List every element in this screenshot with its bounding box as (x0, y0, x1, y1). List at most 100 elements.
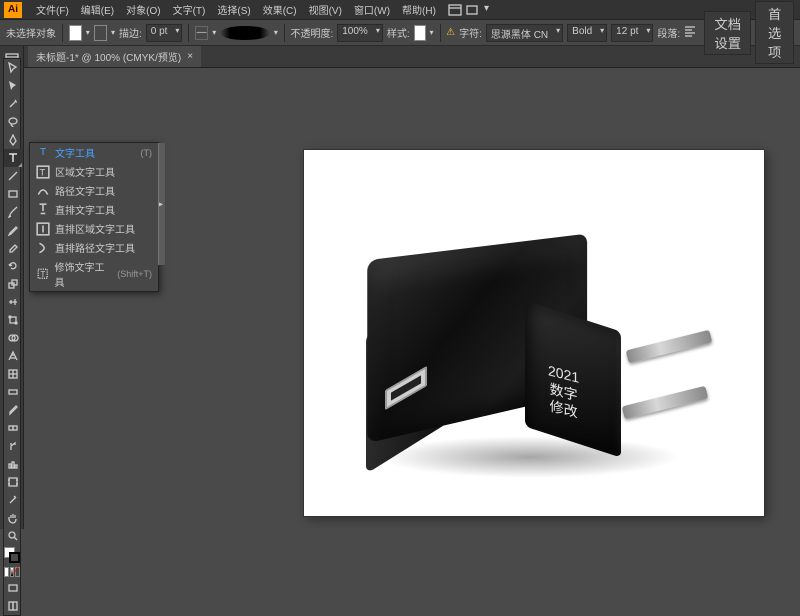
mesh-tool[interactable] (4, 365, 22, 383)
rotate-tool[interactable] (4, 257, 22, 275)
chevron-down-icon[interactable]: ▾ (430, 28, 434, 37)
direct-selection-tool[interactable] (4, 77, 22, 95)
plug-prong (626, 330, 713, 363)
path-type-icon (36, 185, 50, 197)
bridge-icon[interactable] (465, 3, 479, 17)
font-label: 字符: (459, 25, 482, 40)
eyedropper-tool[interactable] (4, 401, 22, 419)
control-bar: 未选择对象 ▾ ▾ 描边: 0 pt — ▾ ▾ 不透明度: 100% 样式: … (0, 20, 800, 46)
line-tool[interactable] (4, 167, 22, 185)
style-swatch[interactable] (414, 25, 426, 41)
pen-tool[interactable] (4, 131, 22, 149)
stroke-swatch[interactable] (94, 25, 107, 41)
chevron-down-icon[interactable]: ▾ (212, 28, 216, 37)
flyout-shortcut: (Shift+T) (117, 269, 152, 279)
artboard[interactable]: 2021 数字 修改 (304, 150, 764, 516)
magic-wand-tool[interactable] (4, 95, 22, 113)
color-mode-color[interactable] (4, 567, 9, 577)
flyout-label: 文字工具 (55, 145, 95, 160)
width-tool[interactable] (4, 293, 22, 311)
rectangle-tool[interactable] (4, 185, 22, 203)
opacity-label: 不透明度: (290, 25, 333, 40)
menubar-extras: ▾ (448, 3, 489, 17)
chevron-down-icon[interactable]: ▾ (274, 28, 278, 37)
stroke-color[interactable] (9, 552, 20, 563)
menu-window[interactable]: 窗口(W) (348, 2, 396, 17)
color-mode-gradient[interactable] (10, 567, 15, 577)
scale-tool[interactable] (4, 275, 22, 293)
flyout-shortcut: (T) (141, 148, 153, 158)
style-label: 样式: (387, 25, 410, 40)
slice-tool[interactable] (4, 491, 22, 509)
font-weight-dropdown[interactable]: Bold (567, 24, 607, 42)
menu-help[interactable]: 帮助(H) (396, 2, 442, 17)
type-tool[interactable] (4, 149, 22, 167)
flyout-type-tool[interactable]: T 文字工具 (T) (30, 143, 158, 162)
preferences-button[interactable]: 首选项 (755, 1, 794, 64)
opacity-input[interactable]: 100% (337, 24, 383, 42)
document-tab-title: 未标题-1* @ 100% (CMYK/预览) (36, 49, 181, 64)
chevron-down-icon[interactable]: ▾ (111, 28, 115, 37)
fill-swatch[interactable] (69, 25, 82, 41)
menu-view[interactable]: 视图(V) (303, 2, 348, 17)
lasso-tool[interactable] (4, 113, 22, 131)
artboard-tool[interactable] (4, 473, 22, 491)
screen-mode-normal[interactable] (4, 579, 22, 597)
flyout-vertical-type-tool[interactable]: 直排文字工具 (30, 200, 158, 219)
svg-text:T: T (40, 167, 46, 177)
column-graph-tool[interactable] (4, 455, 22, 473)
menu-select[interactable]: 选择(S) (211, 2, 256, 17)
stroke-weight-input[interactable]: 0 pt (146, 24, 183, 42)
screen-mode-toggle[interactable] (4, 597, 22, 615)
pencil-tool[interactable] (4, 221, 22, 239)
flyout-vertical-area-type-tool[interactable]: 直排区域文字工具 (30, 219, 158, 238)
chevron-down-icon[interactable]: ▾ (86, 28, 90, 37)
font-family-dropdown[interactable]: 思源黑体 CN (486, 24, 563, 42)
symbol-sprayer-tool[interactable] (4, 437, 22, 455)
svg-text:T: T (40, 270, 45, 279)
canvas-area[interactable]: 2021 数字 修改 (24, 68, 800, 529)
close-icon[interactable]: × (187, 51, 193, 62)
free-transform-tool[interactable] (4, 311, 22, 329)
menu-object[interactable]: 对象(O) (120, 2, 166, 17)
layout-icon[interactable] (448, 3, 462, 17)
adapter-image: 2021 数字 修改 (370, 246, 730, 476)
warning-icon[interactable]: ⚠ (446, 27, 455, 38)
menubar: Ai 文件(F) 编辑(E) 对象(O) 文字(T) 选择(S) 效果(C) 视… (0, 0, 800, 20)
document-setup-button[interactable]: 文档设置 (704, 11, 751, 55)
flyout-touch-type-tool[interactable]: T 修饰文字工具 (Shift+T) (30, 257, 158, 291)
area-type-icon: T (36, 166, 50, 178)
perspective-grid-tool[interactable] (4, 347, 22, 365)
type-icon: T (36, 147, 50, 159)
chevron-down-icon[interactable]: ▾ (484, 3, 489, 17)
document-tab-bar: 未标题-1* @ 100% (CMYK/预览) × (0, 46, 800, 68)
flyout-area-type-tool[interactable]: T 区域文字工具 (30, 162, 158, 181)
plug-prong (622, 386, 709, 419)
menu-file[interactable]: 文件(F) (30, 2, 75, 17)
color-mode-none[interactable]: ⁄ (15, 567, 20, 577)
menu-type[interactable]: 文字(T) (167, 2, 212, 17)
toolbox: ⁄ (3, 58, 21, 616)
brush-preview[interactable] (220, 26, 270, 40)
paintbrush-tool[interactable] (4, 203, 22, 221)
menu-edit[interactable]: 编辑(E) (75, 2, 120, 17)
flyout-label: 直排区域文字工具 (55, 221, 135, 236)
flyout-path-type-tool[interactable]: 路径文字工具 (30, 181, 158, 200)
blend-tool[interactable] (4, 419, 22, 437)
selection-tool[interactable] (4, 59, 22, 77)
fill-stroke-color-well[interactable] (4, 547, 20, 563)
stroke-width-uniform-icon[interactable]: — (195, 26, 208, 40)
flyout-vertical-path-type-tool[interactable]: 直排路径文字工具 (30, 238, 158, 257)
eraser-tool[interactable] (4, 239, 22, 257)
menu-effect[interactable]: 效果(C) (257, 2, 303, 17)
zoom-tool[interactable] (4, 527, 22, 545)
vertical-area-type-icon (36, 223, 50, 235)
gradient-tool[interactable] (4, 383, 22, 401)
flyout-tearoff-handle[interactable] (158, 143, 165, 265)
font-size-dropdown[interactable]: 12 pt (611, 24, 653, 42)
hand-tool[interactable] (4, 509, 22, 527)
shape-builder-tool[interactable] (4, 329, 22, 347)
color-mode-row: ⁄ (4, 567, 20, 577)
document-tab[interactable]: 未标题-1* @ 100% (CMYK/预览) × (28, 46, 201, 67)
align-left-icon[interactable] (684, 25, 696, 40)
